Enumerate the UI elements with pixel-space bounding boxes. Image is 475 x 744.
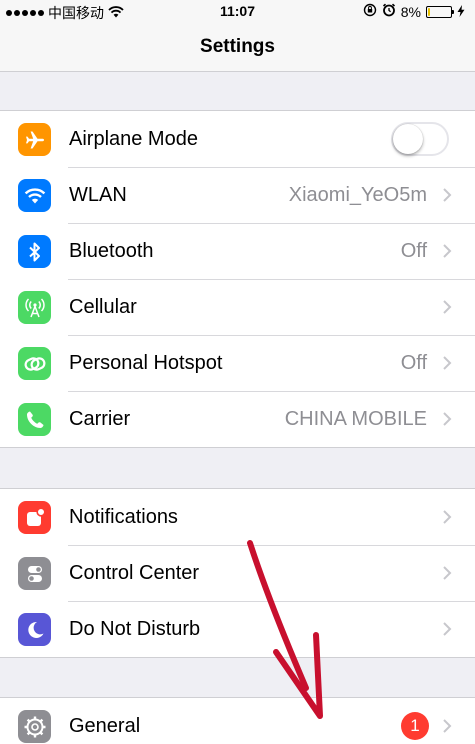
settings-group-connectivity: Airplane Mode WLAN Xiaomi_YeO5m Bluetoot… (0, 110, 475, 448)
status-bar: 中国移动 11:07 8% (0, 0, 475, 22)
chevron-right-icon (443, 510, 452, 524)
row-label: Carrier (69, 407, 131, 430)
chevron-right-icon (443, 566, 452, 580)
rotation-lock-icon (363, 3, 377, 20)
row-label: Cellular (69, 295, 137, 318)
settings-row-carrier[interactable]: Carrier CHINA MOBILE (0, 391, 475, 447)
settings-row-wlan[interactable]: WLAN Xiaomi_YeO5m (0, 167, 475, 223)
row-label: Personal Hotspot (69, 351, 223, 374)
phone-icon (18, 403, 51, 436)
charging-bolt-icon (457, 4, 465, 20)
chevron-right-icon (443, 300, 452, 314)
row-value: Off (400, 239, 427, 262)
moon-icon (18, 613, 51, 646)
settings-screen: 中国移动 11:07 8% Settings Airplane Mode WLA… (0, 0, 475, 744)
settings-row-cellular[interactable]: Cellular (0, 279, 475, 335)
settings-group-system: Notifications Control Center Do Not Dist… (0, 488, 475, 658)
notifications-icon (18, 501, 51, 534)
link-icon (18, 347, 51, 380)
alarm-icon (382, 3, 396, 20)
chevron-right-icon (443, 622, 452, 636)
row-label: Notifications (69, 505, 178, 528)
settings-row-general[interactable]: General 1 (0, 698, 475, 744)
row-label: WLAN (69, 183, 127, 206)
battery-icon (426, 5, 454, 18)
row-label: Airplane Mode (69, 127, 198, 150)
chevron-right-icon (443, 244, 452, 258)
chevron-right-icon (443, 719, 452, 733)
toggle-knob (393, 124, 423, 154)
antenna-icon (18, 291, 51, 324)
row-value: CHINA MOBILE (284, 407, 427, 430)
navigation-bar: Settings (0, 22, 475, 72)
settings-row-do-not-disturb[interactable]: Do Not Disturb (0, 601, 475, 657)
page-title: Settings (200, 35, 275, 57)
row-label: Bluetooth (69, 239, 154, 262)
settings-row-control-center[interactable]: Control Center (0, 545, 475, 601)
chevron-right-icon (443, 356, 452, 370)
row-value: Off (400, 351, 427, 374)
settings-row-bluetooth[interactable]: Bluetooth Off (0, 223, 475, 279)
settings-row-personal-hotspot[interactable]: Personal Hotspot Off (0, 335, 475, 391)
switches-icon (18, 557, 51, 590)
battery-level-fill (428, 7, 430, 16)
airplane-icon (18, 123, 51, 156)
status-right: 8% (363, 3, 465, 20)
row-label: Control Center (69, 561, 200, 584)
airplane-mode-toggle[interactable] (391, 122, 449, 156)
notification-badge: 1 (401, 712, 429, 740)
battery-percent: 8% (400, 3, 421, 20)
settings-row-notifications[interactable]: Notifications (0, 489, 475, 545)
chevron-right-icon (443, 412, 452, 426)
settings-group-general: General 1 (0, 697, 475, 744)
wifi-icon (18, 179, 51, 212)
bluetooth-icon (18, 235, 51, 268)
settings-row-airplane-mode[interactable]: Airplane Mode (0, 111, 475, 167)
gear-icon (18, 710, 51, 743)
row-label: Do Not Disturb (69, 617, 201, 640)
row-label: General (69, 714, 141, 737)
row-value: Xiaomi_YeO5m (288, 183, 427, 206)
chevron-right-icon (443, 188, 452, 202)
